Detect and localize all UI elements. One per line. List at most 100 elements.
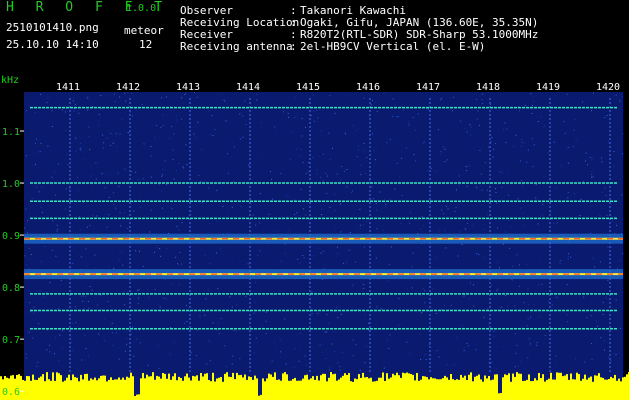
noise-speck <box>88 135 90 137</box>
meter-bar <box>308 379 310 400</box>
noise-speck <box>259 250 261 252</box>
meter-bar <box>322 373 324 400</box>
noise-speck <box>216 329 218 331</box>
x-tick-label: 1417 <box>416 82 440 93</box>
noise-speck <box>50 150 52 152</box>
noise-speck <box>432 140 434 142</box>
noise-speck <box>82 300 84 302</box>
meter-bar <box>242 377 244 400</box>
meter-bar <box>334 373 336 400</box>
noise-speck <box>49 344 50 346</box>
noise-speck <box>86 226 88 228</box>
noise-speck <box>359 369 361 371</box>
noise-speck <box>615 299 617 301</box>
noise-speck <box>110 132 112 134</box>
noise-speck <box>316 173 318 175</box>
noise-speck <box>602 314 604 315</box>
noise-speck <box>431 318 433 319</box>
noise-speck <box>29 247 30 249</box>
noise-speck <box>345 133 346 135</box>
noise-speck <box>424 302 426 304</box>
noise-speck <box>438 230 440 232</box>
noise-speck <box>24 255 26 257</box>
noise-speck <box>118 358 120 360</box>
noise-speck <box>51 249 53 251</box>
noise-speck <box>514 202 516 204</box>
noise-speck <box>345 197 347 199</box>
noise-speck <box>501 172 503 174</box>
noise-speck <box>144 314 146 316</box>
meter-bar <box>280 380 282 400</box>
noise-speck <box>442 251 444 253</box>
noise-speck <box>447 159 449 161</box>
noise-speck <box>199 315 201 317</box>
noise-speck <box>336 246 338 248</box>
noise-speck <box>388 348 390 349</box>
noise-speck <box>32 337 34 339</box>
noise-speck <box>426 191 428 193</box>
meter-bar <box>462 377 464 400</box>
noise-speck <box>51 176 53 178</box>
meter-bar <box>602 377 604 400</box>
noise-speck <box>186 215 188 217</box>
noise-speck <box>321 215 323 217</box>
noise-speck <box>400 223 402 225</box>
noise-speck <box>543 126 544 128</box>
noise-speck <box>599 214 601 216</box>
noise-speck <box>86 265 88 267</box>
noise-speck <box>603 340 605 342</box>
noise-speck <box>109 159 111 161</box>
noise-speck <box>35 186 37 188</box>
meter-bar <box>72 374 74 400</box>
noise-speck <box>160 190 162 192</box>
noise-speck <box>614 94 616 96</box>
meter-bar <box>534 378 536 400</box>
meter-bar <box>466 380 468 400</box>
meter-bar <box>376 380 378 400</box>
noise-speck <box>253 312 255 314</box>
meter-bar <box>508 373 510 400</box>
meter-bar <box>378 377 380 400</box>
noise-speck <box>585 152 587 154</box>
noise-speck <box>280 339 282 341</box>
meter-bar <box>186 373 188 400</box>
noise-speck <box>482 224 484 225</box>
noise-speck <box>217 288 219 290</box>
noise-speck <box>239 113 241 115</box>
meter-bar <box>214 381 216 400</box>
noise-speck <box>108 197 110 198</box>
noise-speck <box>290 159 291 161</box>
noise-speck <box>144 169 146 171</box>
noise-speck <box>302 255 304 256</box>
meter-bar <box>252 379 254 400</box>
noise-speck <box>527 357 529 359</box>
noise-speck <box>34 153 36 155</box>
meter-bar <box>272 376 274 400</box>
meter-bar <box>232 372 234 400</box>
noise-speck <box>28 267 30 269</box>
noise-speck <box>98 346 100 348</box>
meter-bar <box>302 378 304 400</box>
noise-speck <box>34 112 36 114</box>
noise-speck <box>592 176 594 178</box>
noise-speck <box>300 188 302 190</box>
meter-bar <box>552 379 554 400</box>
noise-speck <box>497 262 499 264</box>
meter-bar <box>158 376 160 400</box>
meter-bar <box>86 373 88 400</box>
noise-speck <box>415 160 417 162</box>
noise-speck <box>198 174 200 176</box>
noise-speck <box>175 170 177 172</box>
noise-speck <box>365 151 367 153</box>
meter-bar <box>324 373 326 400</box>
noise-speck <box>500 106 501 107</box>
meter-bar <box>598 373 600 400</box>
noise-speck <box>41 211 43 213</box>
noise-speck <box>619 260 621 262</box>
noise-speck <box>495 188 496 190</box>
noise-speck <box>487 308 489 310</box>
noise-speck <box>410 212 411 213</box>
noise-speck <box>138 289 140 291</box>
noise-speck <box>276 344 277 346</box>
noise-speck <box>375 102 376 103</box>
